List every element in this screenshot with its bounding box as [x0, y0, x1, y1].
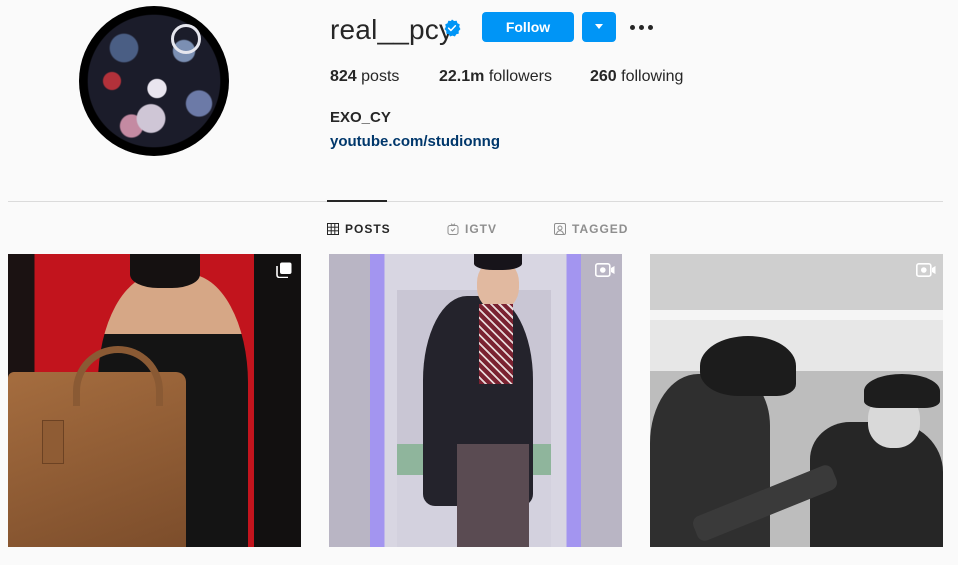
- post-subject-shirt: [479, 304, 513, 384]
- tab-igtv-label: IGTV: [465, 222, 498, 236]
- post-subject-left-cap: [700, 336, 796, 396]
- tabs-divider: [8, 201, 943, 202]
- follow-button[interactable]: Follow: [482, 12, 574, 42]
- igtv-icon: [447, 223, 459, 235]
- following-label: following: [621, 68, 684, 85]
- post-thumbnail[interactable]: [8, 254, 301, 547]
- tab-posts-label: POSTS: [345, 222, 391, 236]
- suggestions-dropdown-button[interactable]: [582, 12, 616, 42]
- post-handbag-tag: [42, 420, 64, 464]
- active-tab-indicator: [327, 200, 387, 202]
- posts-label: posts: [361, 68, 400, 85]
- tab-posts[interactable]: POSTS: [327, 221, 391, 237]
- following-count: 260: [590, 68, 617, 85]
- profile-username: real__pcy: [330, 14, 454, 45]
- video-icon: [916, 263, 936, 277]
- profile-avatar[interactable]: [79, 6, 229, 156]
- followers-label: followers: [488, 68, 552, 85]
- post-subject-right-cap: [864, 374, 940, 408]
- grid-icon: [327, 223, 339, 235]
- post-ceiling-lights: [650, 310, 943, 320]
- post-subject-hair: [130, 254, 200, 288]
- tagged-icon: [554, 223, 566, 235]
- tab-tagged[interactable]: TAGGED: [554, 221, 628, 237]
- tab-tagged-label: TAGGED: [572, 222, 629, 236]
- chevron-down-icon: [595, 24, 603, 29]
- following-count-stat[interactable]: 260 following: [590, 68, 683, 86]
- more-options-icon[interactable]: [629, 17, 653, 37]
- post-subject-hair: [474, 254, 522, 270]
- followers-count-stat[interactable]: 22.1m followers: [439, 68, 552, 86]
- video-icon: [595, 263, 615, 277]
- bio-full-name: EXO_CY: [330, 109, 391, 126]
- posts-count-stat: 824 posts: [330, 68, 399, 86]
- avatar-ring-graphic: [171, 24, 201, 54]
- post-thumbnail[interactable]: [329, 254, 622, 547]
- posts-count: 824: [330, 68, 357, 85]
- post-subject-trousers: [457, 444, 529, 547]
- post-thumbnail[interactable]: [650, 254, 943, 547]
- verified-badge-icon: [444, 19, 461, 37]
- followers-count: 22.1m: [439, 68, 485, 85]
- tab-igtv[interactable]: IGTV: [447, 221, 497, 237]
- carousel-icon: [276, 262, 292, 278]
- bio-external-link[interactable]: youtube.com/studionng: [330, 133, 500, 150]
